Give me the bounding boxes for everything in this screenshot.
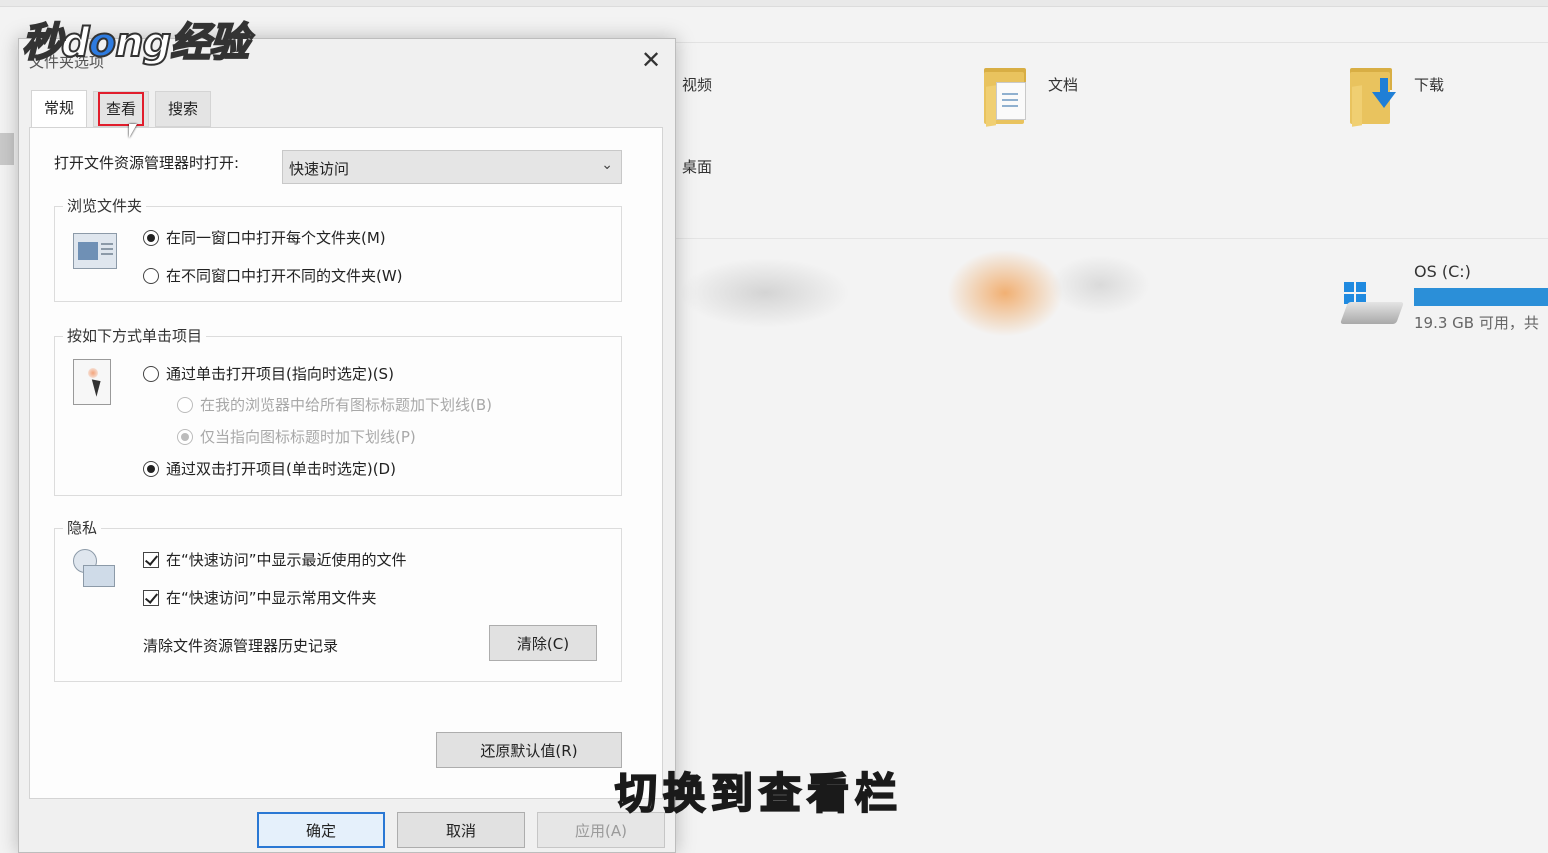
explorer-header-strip — [676, 14, 1548, 43]
clear-history-button[interactable]: 清除(C) — [489, 625, 597, 661]
folder-documents[interactable]: 文档 — [984, 68, 1078, 128]
logo-play-icon: o — [88, 19, 118, 67]
logo-text: 秒d — [21, 19, 91, 67]
video-subtitle: 切换到查看栏 — [614, 768, 904, 819]
radio-button[interactable] — [143, 460, 159, 477]
checkbox[interactable] — [143, 589, 159, 606]
tab-label: 查看 — [98, 92, 145, 126]
option-label: 仅当指向图标标题时加下划线(P) — [200, 428, 416, 446]
radio-single-click[interactable]: 通过单击打开项目(指向时选定)(S) — [143, 363, 394, 384]
cancel-button[interactable]: 取消 — [397, 812, 525, 848]
tab-view[interactable]: 查看 — [93, 91, 150, 127]
ok-button[interactable]: 确定 — [257, 812, 385, 848]
group-title: 浏览文件夹 — [63, 195, 147, 216]
window-icon — [73, 233, 117, 269]
mouse-cursor-icon — [129, 124, 137, 138]
tab-general[interactable]: 常规 — [31, 90, 88, 127]
folder-label: 下载 — [1414, 76, 1445, 94]
open-explorer-label: 打开文件资源管理器时打开: — [54, 154, 240, 172]
tab-label: 常规 — [44, 99, 75, 117]
privacy-clock-icon — [73, 549, 117, 589]
windows-drive-icon — [1339, 282, 1405, 328]
radio-button[interactable] — [143, 267, 159, 284]
blurred-drive-icon — [945, 248, 1065, 338]
radio-underline-all: 在我的浏览器中给所有图标标题加下划线(B) — [177, 394, 492, 415]
radio-button — [177, 396, 193, 413]
option-label: 通过双击打开项目(单击时选定)(D) — [166, 460, 396, 478]
radio-new-window[interactable]: 在不同窗口中打开不同的文件夹(W) — [143, 265, 403, 286]
cursor-click-icon — [73, 359, 111, 405]
tab-search[interactable]: 搜索 — [155, 91, 212, 127]
close-icon[interactable]: ✕ — [637, 47, 665, 75]
tab-bar: 常规 查看 搜索 — [31, 90, 212, 127]
folder-label: 桌面 — [682, 158, 713, 176]
section-divider — [676, 238, 1548, 239]
drive-usage-bar — [1414, 288, 1548, 306]
privacy-group: 隐私 在“快速访问”中显示最近使用的文件 在“快速访问”中显示常用文件夹 清除文… — [54, 517, 622, 682]
open-explorer-dropdown[interactable]: 快速访问 ⌄ — [282, 150, 622, 184]
folder-videos[interactable]: 视频 — [682, 74, 712, 95]
checkbox-recent-files[interactable]: 在“快速访问”中显示最近使用的文件 — [143, 549, 407, 570]
checkbox-frequent-folders[interactable]: 在“快速访问”中显示常用文件夹 — [143, 587, 377, 608]
browse-folders-group: 浏览文件夹 在同一窗口中打开每个文件夹(M) 在不同窗口中打开不同的文件夹(W) — [54, 195, 622, 302]
folder-downloads[interactable]: 下载 — [1350, 68, 1444, 128]
tab-label: 搜索 — [168, 100, 199, 118]
left-edge-strip — [0, 133, 14, 165]
downloads-folder-icon — [1350, 68, 1400, 128]
group-title: 隐私 — [63, 517, 102, 538]
radio-same-window[interactable]: 在同一窗口中打开每个文件夹(M) — [143, 227, 386, 248]
radio-button[interactable] — [143, 365, 159, 382]
blurred-drive-icon — [1050, 255, 1150, 315]
general-tab-panel: 打开文件资源管理器时打开: 快速访问 ⌄ 浏览文件夹 在同一窗口中打开每个文件夹… — [29, 127, 663, 799]
click-items-group: 按如下方式单击项目 通过单击打开项目(指向时选定)(S) 在我的浏览器中给所有图… — [54, 325, 622, 496]
option-label: 在“快速访问”中显示最近使用的文件 — [166, 551, 407, 569]
option-label: 在我的浏览器中给所有图标标题加下划线(B) — [200, 396, 492, 414]
clear-history-label: 清除文件资源管理器历史记录 — [143, 637, 339, 655]
chevron-down-icon: ⌄ — [601, 157, 613, 173]
option-label: 通过单击打开项目(指向时选定)(S) — [166, 365, 394, 383]
folder-label: 视频 — [682, 76, 713, 94]
brand-watermark-logo: 秒dong经验 — [21, 10, 250, 68]
explorer-top-bar — [0, 0, 1548, 7]
group-title: 按如下方式单击项目 — [63, 325, 207, 346]
drive-os-c[interactable]: OS (C:) 19.3 GB 可用，共 — [1339, 262, 1548, 342]
checkbox[interactable] — [143, 551, 159, 568]
blurred-drive-icon — [680, 258, 850, 328]
option-label: 在不同窗口中打开不同的文件夹(W) — [166, 267, 403, 285]
radio-button[interactable] — [143, 229, 159, 246]
drive-free-space: 19.3 GB 可用，共 — [1414, 314, 1539, 332]
option-label: 在同一窗口中打开每个文件夹(M) — [166, 229, 386, 247]
radio-button — [177, 428, 193, 445]
option-label: 在“快速访问”中显示常用文件夹 — [166, 589, 377, 607]
radio-underline-hover: 仅当指向图标标题时加下划线(P) — [177, 426, 416, 447]
restore-defaults-button[interactable]: 还原默认值(R) — [436, 732, 622, 768]
folder-label: 文档 — [1048, 76, 1079, 94]
folder-desktop[interactable]: 桌面 — [682, 156, 712, 177]
drive-label: OS (C:) — [1414, 262, 1471, 281]
dropdown-value: 快速访问 — [289, 160, 350, 178]
radio-double-click[interactable]: 通过双击打开项目(单击时选定)(D) — [143, 458, 396, 479]
documents-folder-icon — [984, 68, 1034, 128]
open-explorer-row: 打开文件资源管理器时打开: — [54, 152, 239, 173]
logo-text: ng经验 — [114, 19, 250, 67]
folder-options-dialog: 文件夹选项 ✕ 常规 查看 搜索 打开文件资源管理器时打开: 快速访问 ⌄ 浏览… — [18, 38, 676, 853]
